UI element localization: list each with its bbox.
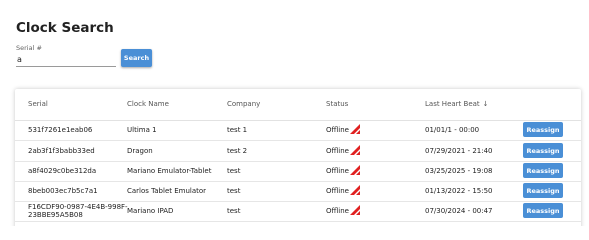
status-cell: Offline bbox=[326, 181, 360, 201]
table-row: F16CDF90-0987-4E4B-998F- 23BBE95A5B08 Ma… bbox=[15, 201, 581, 222]
column-header-last-heart-beat[interactable]: Last Heart Beat ↓ bbox=[425, 100, 489, 108]
serial-cell-line-1: F16CDF90-0987-4E4B-998F- bbox=[28, 203, 128, 211]
serial-label: Serial # bbox=[16, 44, 42, 52]
status-cell: Offline bbox=[326, 120, 360, 140]
page-title: Clock Search bbox=[16, 20, 114, 36]
table-row: 2ab3f1f3babb33ed Dragon test 2 Offline 0… bbox=[15, 141, 581, 162]
search-button[interactable]: Search bbox=[121, 49, 152, 67]
clock-table: Serial Clock Name Company Status Last He… bbox=[15, 89, 581, 226]
reassign-button[interactable]: Reassign bbox=[523, 203, 563, 218]
serial-cell: F16CDF90-0987-4E4B-998F- 23BBE95A5B08 bbox=[28, 201, 128, 221]
clock-name-cell: Dragon bbox=[127, 147, 153, 155]
reassign-button[interactable]: Reassign bbox=[523, 163, 563, 178]
company-cell: test bbox=[227, 187, 241, 195]
last-heart-beat-cell: 01/13/2022 - 15:50 bbox=[425, 187, 493, 195]
clock-name-cell: Mariano Emulator-Tablet bbox=[127, 167, 212, 175]
table-row: 8beb003ec7b5c7a1 Carlos Tablet Emulator … bbox=[15, 181, 581, 202]
table-row: a8f4029c0be312da Mariano Emulator-Tablet… bbox=[15, 161, 581, 182]
status-text: Offline bbox=[326, 187, 349, 195]
reassign-button[interactable]: Reassign bbox=[523, 122, 563, 137]
sort-down-arrow-icon: ↓ bbox=[482, 100, 489, 108]
last-heart-beat-cell: 07/29/2021 - 21:40 bbox=[425, 147, 493, 155]
serial-cell: 8beb003ec7b5c7a1 bbox=[28, 187, 98, 195]
last-heart-beat-cell: 01/01/1 - 00:00 bbox=[425, 126, 480, 134]
clock-search-page: Clock Search Serial # Search Serial Cloc… bbox=[0, 0, 589, 226]
clock-name-cell: Mariano IPAD bbox=[127, 207, 174, 215]
status-cell: Offline bbox=[326, 141, 360, 161]
offline-flag-icon bbox=[353, 223, 363, 226]
offline-flag-icon bbox=[349, 205, 360, 215]
status-text: Offline bbox=[326, 167, 349, 175]
status-cell: Offline bbox=[326, 161, 360, 181]
column-header-serial: Serial bbox=[28, 100, 48, 108]
serial-input[interactable] bbox=[16, 52, 116, 67]
serial-cell: 531f7261e1eab06 bbox=[28, 126, 93, 134]
offline-flag-icon bbox=[349, 185, 360, 195]
last-heart-beat-label: Last Heart Beat bbox=[425, 100, 480, 108]
offline-flag-icon bbox=[349, 145, 360, 155]
company-cell: test 2 bbox=[227, 147, 248, 155]
company-cell: test 1 bbox=[227, 126, 248, 134]
offline-flag-icon bbox=[349, 124, 360, 134]
serial-cell: a8f4029c0be312da bbox=[28, 167, 97, 175]
last-heart-beat-cell: 03/25/2025 - 19:08 bbox=[425, 167, 493, 175]
status-text: Offline bbox=[326, 207, 349, 215]
status-text: Offline bbox=[326, 126, 349, 134]
company-cell: test bbox=[227, 207, 241, 215]
reassign-button[interactable]: Reassign bbox=[523, 143, 563, 158]
column-header-company: Company bbox=[227, 100, 261, 108]
clock-name-cell: Carlos Tablet Emulator bbox=[127, 187, 207, 195]
serial-cell-line-2: 23BBE95A5B08 bbox=[28, 211, 83, 219]
column-header-clock-name: Clock Name bbox=[127, 100, 169, 108]
table-row: 531f7261e1eab06 Ultima 1 test 1 Offline … bbox=[15, 120, 581, 141]
company-cell: test bbox=[227, 167, 241, 175]
serial-cell: 2ab3f1f3babb33ed bbox=[28, 147, 95, 155]
status-text: Offline bbox=[326, 147, 349, 155]
reassign-button[interactable]: Reassign bbox=[523, 183, 563, 198]
column-header-status: Status bbox=[326, 100, 349, 108]
last-heart-beat-cell: 07/30/2024 - 00:47 bbox=[425, 207, 493, 215]
clock-name-cell: Ultima 1 bbox=[127, 126, 157, 134]
status-cell: Offline bbox=[326, 201, 360, 221]
offline-flag-icon bbox=[349, 165, 360, 175]
